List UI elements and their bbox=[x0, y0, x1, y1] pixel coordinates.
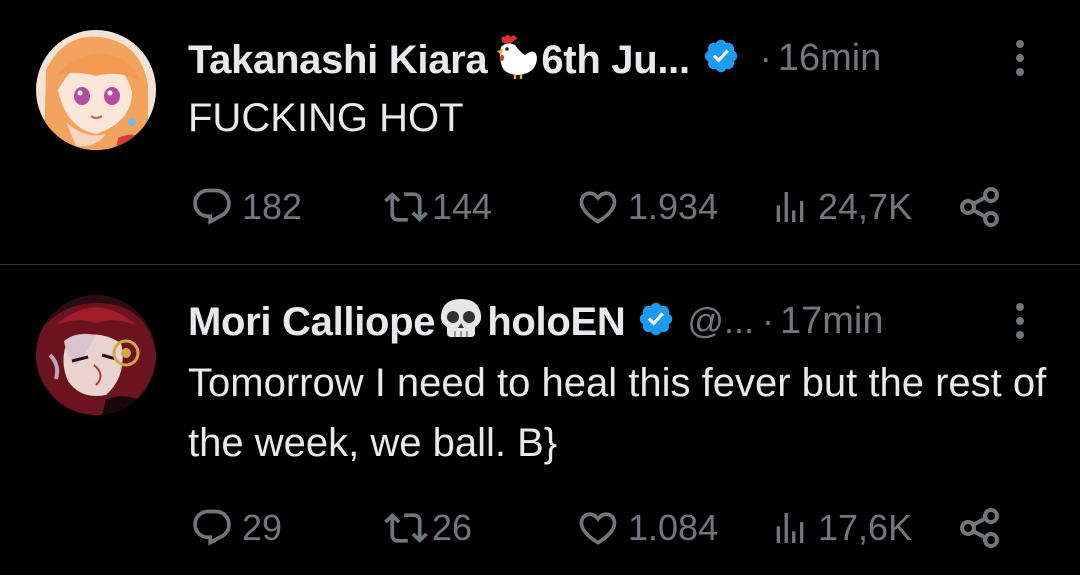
avatar[interactable] bbox=[36, 30, 156, 150]
views-button[interactable]: 17,6K bbox=[770, 503, 912, 553]
retweet-count: 26 bbox=[432, 507, 473, 548]
heart-icon bbox=[576, 185, 620, 229]
heart-icon bbox=[576, 506, 620, 550]
reply-count: 182 bbox=[242, 186, 303, 227]
reply-count: 29 bbox=[242, 507, 283, 548]
like-count: 1.084 bbox=[628, 507, 719, 548]
separator: · bbox=[761, 300, 774, 341]
share-icon bbox=[958, 506, 1002, 550]
views-icon bbox=[770, 506, 810, 550]
separator: · bbox=[759, 37, 772, 78]
like-button[interactable]: 1.934 bbox=[576, 182, 718, 232]
views-button[interactable]: 24,7K bbox=[770, 182, 912, 232]
views-icon bbox=[770, 185, 810, 229]
retweet-count: 144 bbox=[432, 186, 493, 227]
verified-badge-icon bbox=[702, 37, 740, 80]
reply-button[interactable]: 29 bbox=[190, 503, 282, 553]
like-count: 1.934 bbox=[628, 186, 719, 227]
tweet-header: Takanashi Kiara 6th Ju... · 16min bbox=[188, 33, 881, 83]
display-name-suffix: 6th Ju... bbox=[541, 38, 690, 82]
share-button[interactable] bbox=[958, 503, 1002, 553]
share-button[interactable] bbox=[958, 182, 1002, 232]
tweet[interactable]: Takanashi Kiara 6th Ju... · 16min FUCKIN… bbox=[0, 0, 1080, 264]
skull-icon bbox=[437, 297, 485, 345]
tweet-header: Mori Calliope holoEN @... · 17min bbox=[188, 296, 883, 346]
more-icon[interactable] bbox=[1011, 301, 1029, 341]
retweet-icon bbox=[382, 506, 430, 550]
tweet-text: FUCKING HOT bbox=[188, 96, 464, 140]
reply-button[interactable]: 182 bbox=[190, 182, 302, 232]
views-count: 24,7K bbox=[818, 186, 913, 227]
retweet-button[interactable]: 26 bbox=[382, 503, 472, 553]
tweet-actions: 182 144 1.934 24,7K bbox=[190, 182, 1020, 232]
display-name[interactable]: Mori Calliope holoEN bbox=[188, 297, 626, 345]
like-button[interactable]: 1.084 bbox=[576, 503, 718, 553]
handle[interactable]: @... bbox=[687, 300, 754, 342]
avatar[interactable] bbox=[36, 295, 156, 415]
tweet-text: Tomorrow I need to heal this fever but t… bbox=[188, 361, 1047, 465]
share-icon bbox=[958, 185, 1002, 229]
verified-badge-icon bbox=[637, 300, 675, 343]
timestamp[interactable]: 16min bbox=[778, 37, 882, 80]
display-name-text: Takanashi Kiara bbox=[188, 38, 488, 82]
display-name[interactable]: Takanashi Kiara 6th Ju... bbox=[188, 33, 690, 83]
chicken-icon bbox=[489, 33, 539, 83]
timestamp[interactable]: 17min bbox=[780, 300, 884, 343]
display-name-suffix: holoEN bbox=[487, 300, 626, 344]
retweet-button[interactable]: 144 bbox=[382, 182, 492, 232]
reply-icon bbox=[190, 506, 234, 550]
reply-icon bbox=[190, 185, 234, 229]
retweet-icon bbox=[382, 185, 430, 229]
tweet-actions: 29 26 1.084 17,6K bbox=[190, 503, 1020, 553]
tweet[interactable]: Mori Calliope holoEN @... · 17min Tomorr… bbox=[0, 265, 1080, 575]
more-icon[interactable] bbox=[1011, 38, 1029, 78]
display-name-text: Mori Calliope bbox=[188, 300, 436, 344]
views-count: 17,6K bbox=[818, 507, 913, 548]
